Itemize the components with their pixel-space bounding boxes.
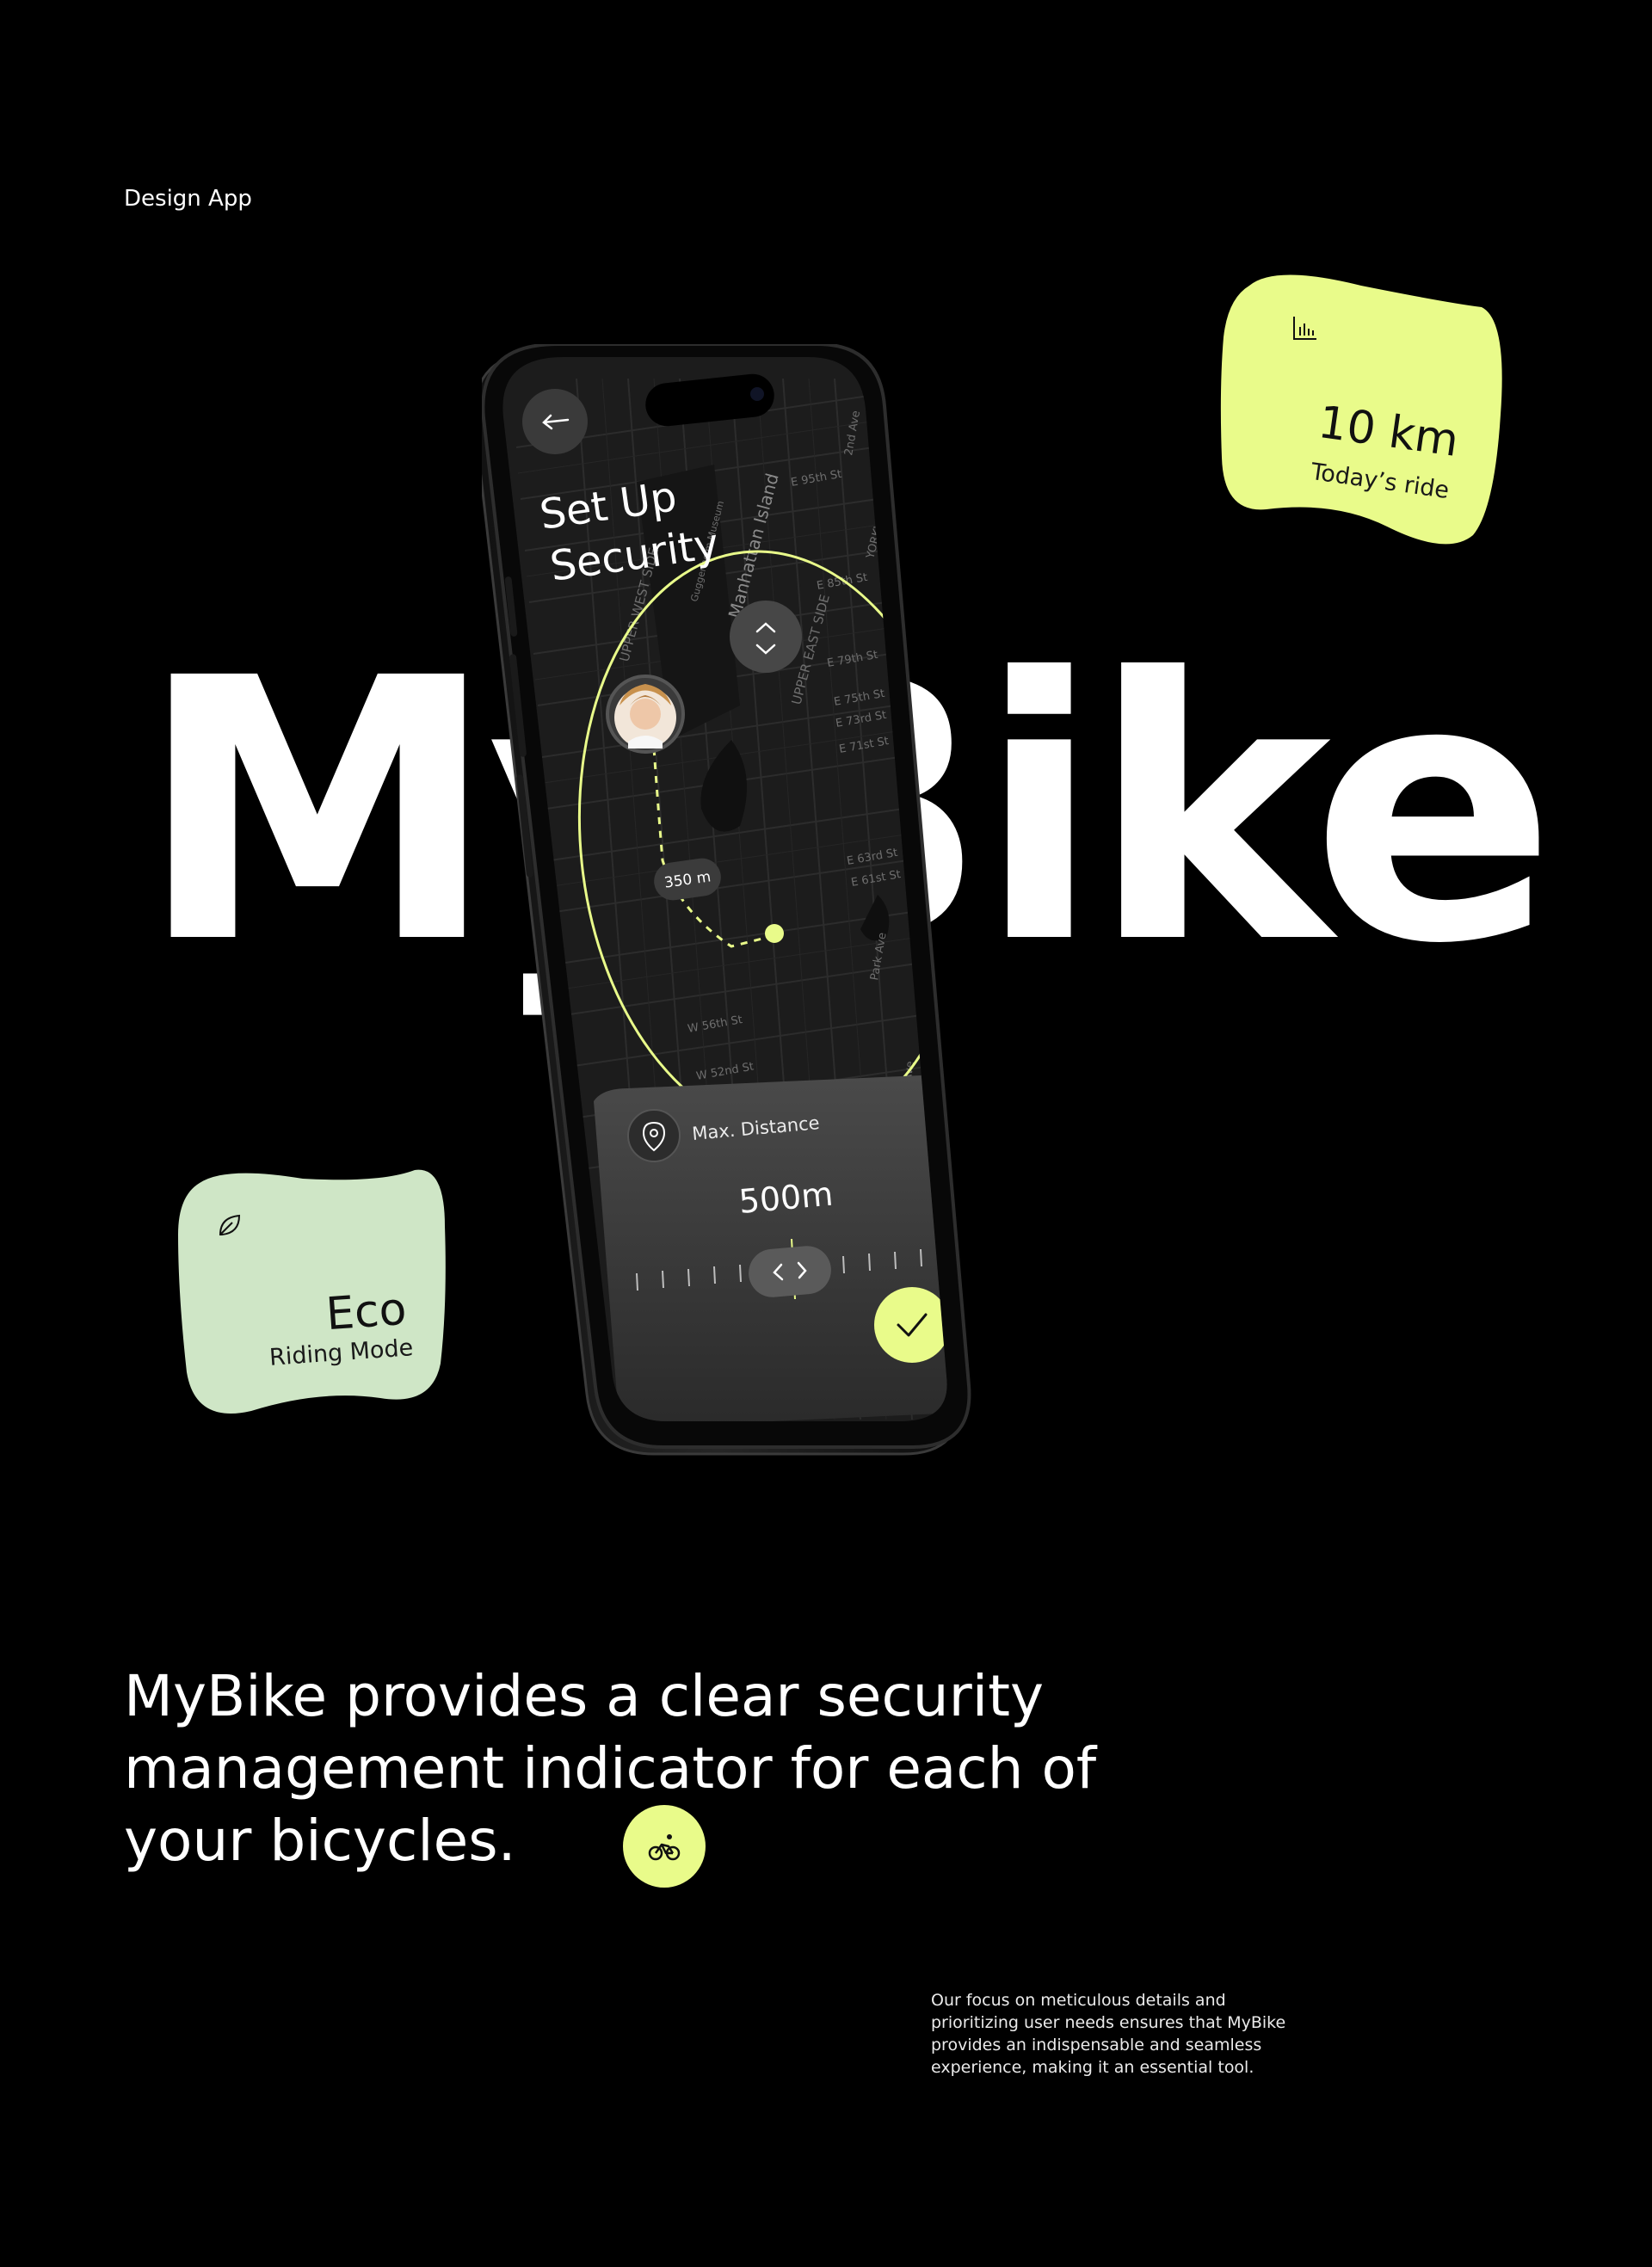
leaf-icon xyxy=(219,1214,241,1235)
section-label: Design App xyxy=(124,186,252,212)
phone-mockup: Manhattan Island UPPER EAST SIDE UPPER W… xyxy=(472,342,1136,1463)
phone-frame: Manhattan Island UPPER EAST SIDE UPPER W… xyxy=(472,342,971,1456)
riding-mode-card: Eco Riding Mode xyxy=(174,1157,449,1420)
distance-stat-card: 10 km Today’s ride xyxy=(1215,268,1503,552)
bike-badge xyxy=(623,1805,706,1888)
avatar[interactable] xyxy=(606,675,685,754)
front-camera xyxy=(750,387,764,401)
back-button[interactable] xyxy=(522,389,588,454)
bar-chart-icon xyxy=(1293,317,1316,340)
expand-control-button[interactable] xyxy=(730,601,802,673)
bicycle-icon xyxy=(648,1834,681,1861)
confirm-button[interactable] xyxy=(874,1287,950,1363)
body-copy: Our focus on meticulous details and prio… xyxy=(931,1991,1286,2077)
riding-mode-value: Eco xyxy=(324,1283,408,1341)
bike-location-dot xyxy=(765,924,784,943)
